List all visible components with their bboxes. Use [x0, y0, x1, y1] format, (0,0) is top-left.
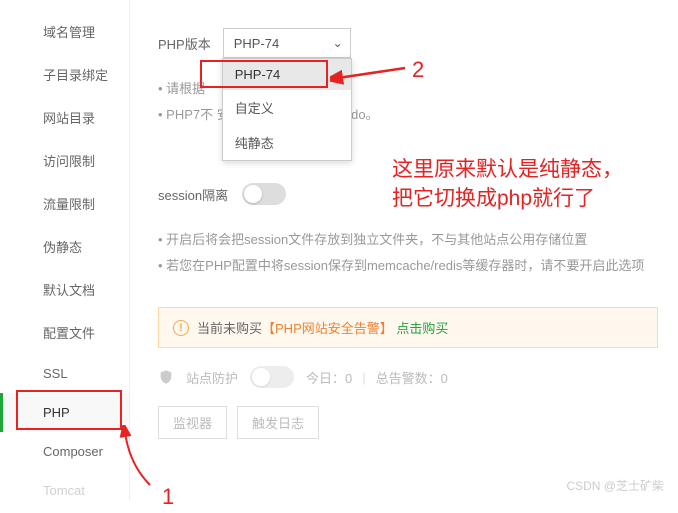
alert-text: 当前未购买【PHP网站安全告警】 点击购买: [197, 318, 448, 337]
php-version-label: PHP版本: [158, 34, 211, 53]
sidebar-item-sitedir[interactable]: 网站目录: [0, 96, 129, 139]
main-panel: PHP版本 ⌄ PHP-74 自定义 纯静态 请根据 PHP7不 安装mysql…: [130, 0, 678, 500]
sidebar-item-defdoc[interactable]: 默认文档: [0, 268, 129, 311]
trigger-log-button[interactable]: 触发日志: [237, 406, 319, 439]
php-version-row: PHP版本 ⌄ PHP-74 自定义 纯静态: [158, 28, 658, 58]
sidebar-item-composer[interactable]: Composer: [0, 432, 129, 471]
alert-purchase-link[interactable]: 点击购买: [396, 321, 448, 336]
session-hints: 开启后将会把session文件存放到独立文件夹，不与其他站点公用存储位置 若您在…: [158, 227, 658, 279]
sidebar: 域名管理 子目录绑定 网站目录 访问限制 流量限制 伪静态 默认文档 配置文件 …: [0, 0, 130, 500]
php-version-dropdown: PHP-74 自定义 纯静态: [222, 58, 352, 161]
sidebar-item-php[interactable]: PHP: [0, 393, 129, 432]
dropdown-item-custom[interactable]: 自定义: [223, 90, 351, 125]
session-hint-1: 开启后将会把session文件存放到独立文件夹，不与其他站点公用存储位置: [158, 227, 658, 253]
sidebar-item-config[interactable]: 配置文件: [0, 311, 129, 354]
sidebar-item-domain[interactable]: 域名管理: [0, 10, 129, 53]
monitor-button[interactable]: 监视器: [158, 406, 227, 439]
dropdown-item-static[interactable]: 纯静态: [223, 125, 351, 160]
watermark: CSDN @芝士矿柴: [566, 477, 664, 494]
sidebar-item-subdir[interactable]: 子目录绑定: [0, 53, 129, 96]
session-row: session隔离: [158, 183, 658, 205]
button-row: 监视器 触发日志: [158, 406, 658, 439]
sidebar-item-traffic[interactable]: 流量限制: [0, 182, 129, 225]
protect-toggle[interactable]: [250, 366, 294, 388]
sidebar-item-ssl[interactable]: SSL: [0, 354, 129, 393]
session-hint-2: 若您在PHP配置中将session保存到memcache/redis等缓存器时，…: [158, 253, 658, 279]
dropdown-item-php74[interactable]: PHP-74: [223, 59, 351, 90]
sidebar-item-rewrite[interactable]: 伪静态: [0, 225, 129, 268]
sidebar-item-access[interactable]: 访问限制: [0, 139, 129, 182]
shield-icon: [158, 369, 174, 385]
warning-icon: !: [173, 320, 189, 336]
protect-label: 站点防护: [186, 368, 238, 387]
sidebar-item-tomcat[interactable]: Tomcat: [0, 471, 129, 510]
site-protect-row: 站点防护 今日：0 | 总告警数：0: [158, 366, 658, 388]
protect-stats: 今日：0 | 总告警数：0: [306, 368, 448, 387]
php-version-select-wrap: ⌄ PHP-74 自定义 纯静态: [223, 28, 351, 58]
php-version-select[interactable]: [223, 28, 351, 58]
session-label: session隔离: [158, 185, 228, 204]
session-toggle[interactable]: [242, 183, 286, 205]
alert-box: ! 当前未购买【PHP网站安全告警】 点击购买: [158, 307, 658, 348]
